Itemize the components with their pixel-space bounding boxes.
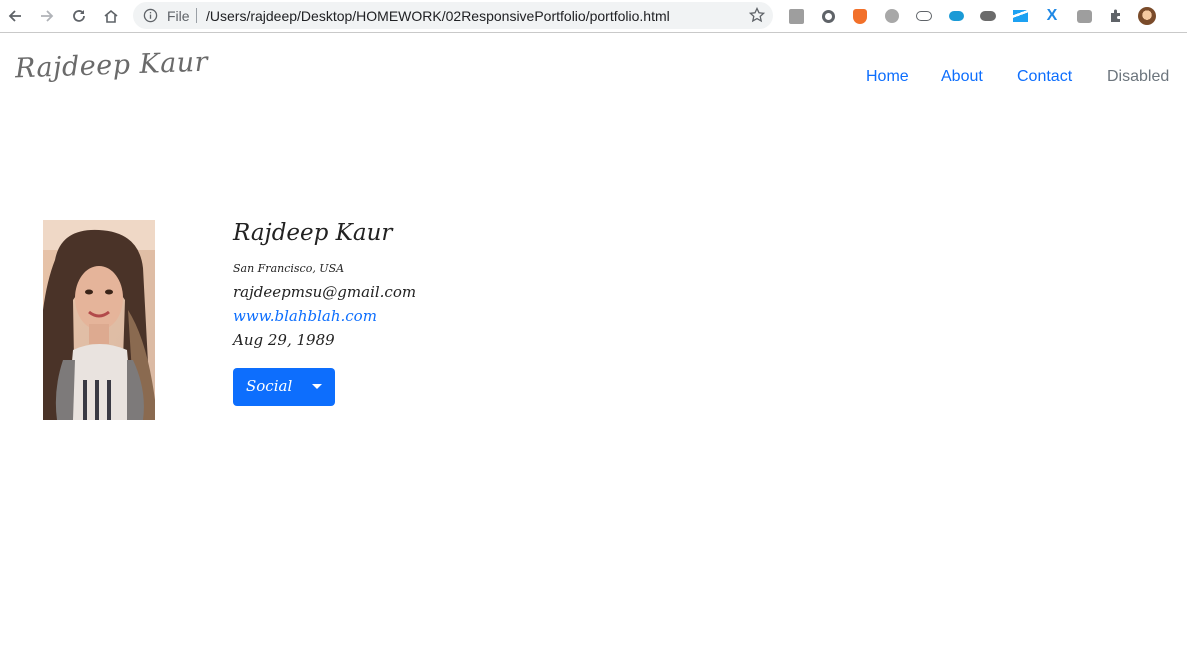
cloud-outline-icon[interactable] [915, 7, 933, 25]
nav-link-contact[interactable]: Contact [1017, 68, 1072, 86]
extension-r-icon[interactable] [787, 7, 805, 25]
profile-dob: Aug 29, 1989 [233, 331, 335, 349]
url-text[interactable]: /Users/rajdeep/Desktop/HOMEWORK/02Respon… [206, 8, 670, 24]
extension-gray-icon[interactable] [883, 7, 901, 25]
info-icon[interactable] [143, 8, 158, 28]
nav-link-home[interactable]: Home [866, 68, 909, 86]
browser-toolbar: File /Users/rajdeep/Desktop/HOMEWORK/02R… [0, 0, 1187, 33]
social-dropdown-button[interactable]: Social [233, 368, 335, 406]
extension-stripes-icon[interactable] [1011, 7, 1029, 25]
address-bar[interactable]: File /Users/rajdeep/Desktop/HOMEWORK/02R… [133, 2, 773, 29]
home-icon[interactable] [100, 5, 122, 27]
extension-chat-icon[interactable] [1075, 7, 1093, 25]
extension-blue-icon[interactable] [947, 7, 965, 25]
caret-down-icon [312, 384, 322, 389]
extension-brave-icon[interactable] [851, 7, 869, 25]
extensions-icon[interactable] [1107, 7, 1125, 25]
extension-circle-icon[interactable] [819, 7, 837, 25]
file-scheme-label: File [167, 8, 190, 24]
profile-location: San Francisco, USA [233, 262, 345, 275]
profile-email: rajdeepmsu@gmail.com [233, 283, 417, 301]
reload-icon[interactable] [68, 5, 90, 27]
forward-icon[interactable] [36, 5, 58, 27]
profile-photo [43, 220, 155, 420]
nav-link-about[interactable]: About [941, 68, 983, 86]
profile-name: Rajdeep Kaur [233, 220, 393, 246]
star-icon[interactable] [748, 6, 766, 28]
nav-link-disabled: Disabled [1107, 68, 1170, 85]
social-button-label: Social [246, 377, 293, 395]
brand-logo[interactable]: Rajdeep Kaur [15, 47, 209, 85]
profile-website-link[interactable]: www.blahblah.com [233, 307, 377, 325]
extension-x-icon[interactable]: X [1043, 7, 1061, 25]
back-icon[interactable] [4, 5, 26, 27]
address-separator [196, 8, 197, 23]
profile-avatar-icon[interactable] [1138, 7, 1156, 25]
cloud-icon[interactable] [979, 7, 997, 25]
